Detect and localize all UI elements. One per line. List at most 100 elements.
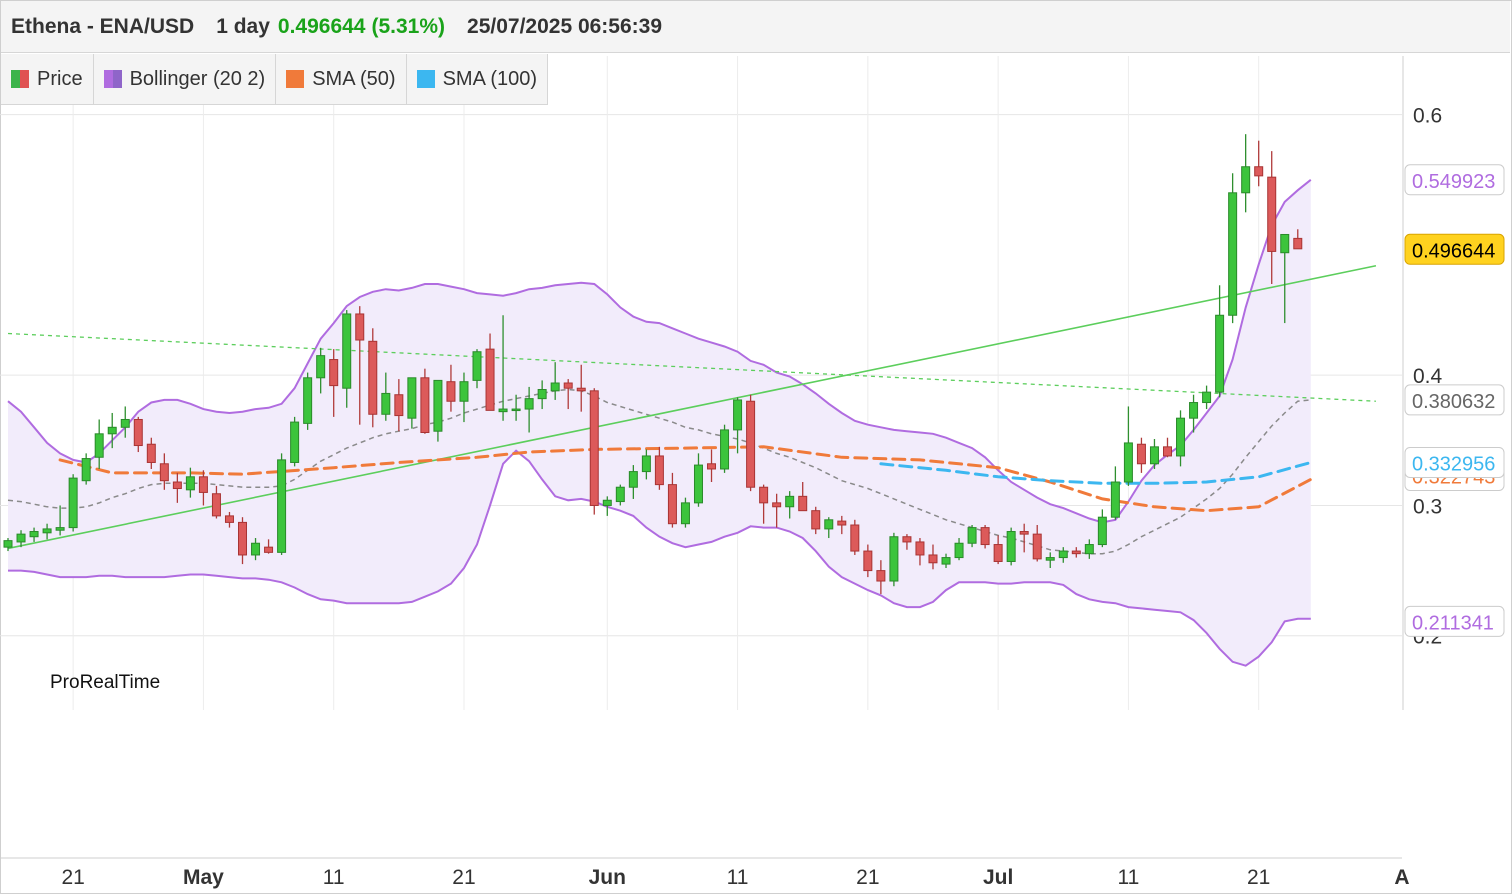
x-tick-label: 21 [1247,866,1270,889]
candle-body [785,495,795,508]
candle-body [355,313,365,341]
candle-body [185,476,195,491]
indicator-legend: Price Bollinger (20 2) SMA (50) SMA (100… [1,54,549,105]
candle-body [238,521,248,556]
candle-body [1267,176,1277,252]
last-value-text: 0.549923 [1412,171,1495,193]
candle-body [576,387,586,392]
candle-body [224,515,234,523]
candle-body [615,486,625,503]
candle-body [1032,533,1042,560]
candle-body [733,399,743,431]
candle-down [746,394,756,492]
candle-body [1162,446,1172,457]
legend-item-sma100[interactable]: SMA (100) [407,54,547,104]
candle-body [928,554,938,564]
x-tick-label: 11 [323,866,345,889]
last-value-text: 0.496644 [1412,240,1495,262]
candle-body [824,519,834,530]
candle-up [1006,527,1016,566]
candle-body [498,408,508,413]
candle-body [1228,192,1238,316]
price-swatch-icon [11,70,29,88]
last-value-text: 0.211341 [1412,612,1494,634]
candle-body [316,355,326,379]
candle-body [1254,166,1264,177]
legend-label-sma100: SMA (100) [442,67,538,90]
candle-up [1228,173,1238,324]
candle-body [1019,531,1029,535]
price-chart[interactable]: 0.60.40.30.20.5499230.4966440.3806320.32… [0,0,1512,894]
last-value-label: 0.380632 [1404,384,1505,416]
candle-body [251,542,261,556]
candle-body [1241,166,1251,194]
last-value-label: 0.332956 [1404,446,1505,478]
candle-body [3,540,13,548]
change-percent: (5.31%) [371,14,446,38]
candle-body [980,527,990,546]
candle-up [1215,285,1225,398]
legend-item-bollinger[interactable]: Bollinger (20 2) [94,54,277,104]
candle-body [902,536,912,543]
candle-body [1136,443,1146,465]
candle-up [68,474,78,532]
candle-body [120,418,130,428]
x-tick-label: Jun [589,866,626,889]
candle-body [94,433,104,458]
candle-body [680,502,690,525]
candle-body [433,379,443,432]
candle-body [1058,550,1068,559]
y-tick-label: 0.3 [1413,495,1442,518]
legend-label-sma50: SMA (50) [312,67,396,90]
candle-body [264,546,274,553]
candle-up [1123,406,1133,486]
candle-body [746,400,756,488]
candle-body [1110,481,1120,518]
candle-body [589,390,599,506]
candle-body [1202,391,1212,404]
x-tick-label: 21 [452,866,475,889]
candle-body [290,421,300,463]
candle-body [850,524,860,552]
candle-body [863,550,873,572]
x-tick-label: 11 [1118,866,1140,889]
legend-label-price: Price [37,67,83,90]
candle-body [693,464,703,504]
candle-body [29,531,39,538]
candle-body [277,459,287,553]
sma50-swatch-icon [286,70,305,88]
candle-up [1097,509,1107,548]
x-tick-label: May [183,866,224,889]
candle-down [368,328,378,428]
bollinger-swatch-icon [103,70,122,88]
candle-down [1136,437,1146,473]
candle-body [511,408,521,412]
candle-body [472,351,482,381]
candle-body [42,528,52,534]
candle-body [198,476,208,493]
candle-up [720,424,730,473]
symbol-title: Ethena - ENA/USD [11,14,195,38]
candle-body [1123,442,1133,483]
legend-item-price[interactable]: Price [1,54,94,104]
candle-body [550,382,560,392]
candle-body [81,458,91,482]
candle-body [667,484,677,525]
legend-item-sma50[interactable]: SMA (50) [276,54,407,104]
candle-body [837,520,847,526]
candle-body [1215,314,1225,393]
candle-body [1045,557,1055,561]
candle-body [720,429,730,470]
x-tick-label: 21 [856,866,879,889]
last-value-label: 0.211341 [1404,605,1505,637]
candle-body [707,463,717,470]
candle-body [368,340,378,415]
interval-label[interactable]: 1 day [216,15,270,39]
timestamp: 25/07/2025 06:56:39 [467,14,663,38]
candle-down [980,525,990,549]
x-tick-label: 11 [727,866,749,889]
candle-body [146,443,156,463]
candle-down [1162,437,1172,458]
last-value-label: 0.549923 [1404,164,1505,196]
candle-body [485,348,495,411]
